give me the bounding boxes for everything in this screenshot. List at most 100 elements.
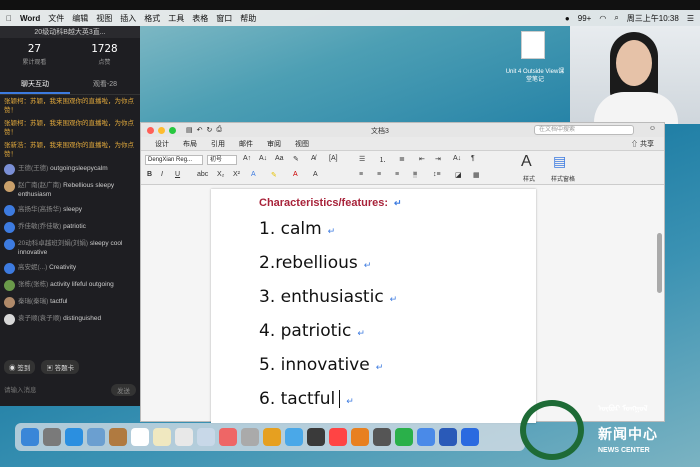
control-center-icon[interactable]: ☰	[687, 14, 694, 23]
numbering-icon[interactable]: ⒈	[379, 155, 386, 165]
underline-icon[interactable]: U	[175, 171, 180, 178]
send-button[interactable]: 发送	[111, 384, 136, 396]
menu-format[interactable]: 格式	[144, 13, 160, 24]
zoom-icon[interactable]	[169, 126, 176, 134]
messages-icon[interactable]	[285, 428, 303, 446]
sort-icon[interactable]: A↓	[453, 155, 461, 162]
minimize-icon[interactable]	[158, 126, 165, 134]
menu-table[interactable]: 表格	[192, 13, 208, 24]
document-page[interactable]: Characteristics/features: ↵ 1. calm ↵ 2.re…	[211, 189, 536, 423]
vertical-scrollbar[interactable]	[657, 233, 662, 293]
print-icon[interactable]: ⎙	[216, 126, 222, 134]
music-icon[interactable]	[329, 428, 347, 446]
italic-icon[interactable]: I	[161, 171, 163, 178]
word-icon[interactable]	[439, 428, 457, 446]
font-color-icon[interactable]: A	[293, 171, 298, 178]
search-icon[interactable]: ⌕	[614, 13, 618, 23]
close-icon[interactable]	[147, 126, 154, 134]
redo-icon[interactable]: ↻	[207, 126, 213, 134]
wifi-icon[interactable]: ◠	[599, 14, 606, 23]
styles-pane-label[interactable]: 样式窗格	[551, 174, 575, 183]
styles-label[interactable]: 样式	[523, 174, 535, 183]
clear-format-icon[interactable]: A̸	[311, 155, 316, 162]
font-select[interactable]: DengXian Reg...	[145, 155, 203, 165]
align-right-icon[interactable]: ≡	[395, 171, 399, 178]
calendar-icon[interactable]	[131, 428, 149, 446]
menu-window[interactable]: 窗口	[216, 13, 232, 24]
char-shading-icon[interactable]: A	[313, 171, 318, 178]
preview-icon[interactable]	[197, 428, 215, 446]
menu-tools[interactable]: 工具	[168, 13, 184, 24]
live-app-icon[interactable]	[461, 428, 479, 446]
apple-icon[interactable]: 	[6, 14, 12, 23]
align-center-icon[interactable]: ≡	[377, 171, 381, 178]
notification-badge[interactable]: 99+	[578, 14, 592, 23]
tab-references[interactable]: 引用	[211, 139, 225, 149]
tab-watch[interactable]: 观看-28	[70, 76, 140, 94]
tab-mailings[interactable]: 邮件	[239, 139, 253, 149]
signin-button[interactable]: ◉ 签到	[4, 360, 36, 374]
undo-icon[interactable]: ↶	[197, 126, 203, 134]
wechat-status-icon[interactable]: ●	[565, 14, 570, 23]
bullets-icon[interactable]: ☰	[359, 155, 365, 163]
superscript-icon[interactable]: X²	[233, 171, 240, 178]
subscript-icon[interactable]: X₂	[217, 171, 224, 178]
change-case-icon[interactable]: Aa	[275, 155, 284, 162]
save-icon[interactable]: ▤	[186, 126, 193, 134]
facetime-icon[interactable]	[307, 428, 325, 446]
tab-chat[interactable]: 聊天互动	[0, 76, 70, 94]
answer-card-button[interactable]: ▣ 答题卡	[41, 360, 80, 374]
show-marks-icon[interactable]: ¶	[471, 155, 475, 162]
menu-help[interactable]: 帮助	[240, 13, 256, 24]
message-input[interactable]: 请输入消息	[4, 384, 37, 396]
document-search-input[interactable]: 在文档中搜索	[534, 125, 634, 135]
styles-icon[interactable]: A	[521, 153, 532, 171]
desktop-file-label[interactable]: Unit 4 Outside View课堂笔记	[505, 68, 565, 84]
keynote-icon[interactable]	[263, 428, 281, 446]
shading-icon[interactable]: ◪	[455, 171, 462, 179]
tab-review[interactable]: 审阅	[267, 139, 281, 149]
mail-icon[interactable]	[87, 428, 105, 446]
system-info-icon[interactable]	[373, 428, 391, 446]
shrink-font-icon[interactable]: A↓	[259, 155, 267, 162]
highlight-icon[interactable]: ✎	[293, 155, 299, 163]
line-spacing-icon[interactable]: ↕≡	[433, 171, 441, 178]
strikethrough-icon[interactable]: abc	[197, 171, 208, 178]
highlight-color-icon[interactable]: ✎	[271, 171, 277, 179]
font-size-select[interactable]: 初号	[207, 155, 237, 165]
tab-layout[interactable]: 布局	[183, 139, 197, 149]
tab-design[interactable]: 设计	[155, 139, 169, 149]
menu-edit[interactable]: 编辑	[72, 13, 88, 24]
notes-app-icon[interactable]	[109, 428, 127, 446]
styles-pane-icon[interactable]: ▤	[553, 153, 566, 170]
menu-view[interactable]: 视图	[96, 13, 112, 24]
tab-view[interactable]: 视图	[295, 139, 309, 149]
decrease-indent-icon[interactable]: ⇤	[419, 155, 425, 163]
increase-indent-icon[interactable]: ⇥	[435, 155, 441, 163]
finder-icon[interactable]	[21, 428, 39, 446]
char-border-icon[interactable]: [A]	[329, 155, 338, 162]
menu-file[interactable]: 文件	[48, 13, 64, 24]
stickies-icon[interactable]	[153, 428, 171, 446]
system-prefs-icon[interactable]	[241, 428, 259, 446]
safari-icon[interactable]	[65, 428, 83, 446]
borders-icon[interactable]: ▦	[473, 171, 480, 179]
multilevel-icon[interactable]: ≣	[399, 155, 405, 163]
launchpad-icon[interactable]	[43, 428, 61, 446]
reminders-icon[interactable]	[175, 428, 193, 446]
qq-icon[interactable]	[417, 428, 435, 446]
grow-font-icon[interactable]: A↑	[243, 155, 251, 162]
books-icon[interactable]	[351, 428, 369, 446]
menu-insert[interactable]: 插入	[120, 13, 136, 24]
photos-icon[interactable]	[219, 428, 237, 446]
clock[interactable]: 周三上午10:38	[627, 13, 679, 24]
bold-icon[interactable]: B	[147, 171, 152, 178]
account-icon[interactable]: ☺	[649, 125, 656, 132]
wechat-icon[interactable]	[395, 428, 413, 446]
text-effects-icon[interactable]: A	[251, 171, 256, 178]
align-left-icon[interactable]: ≡	[359, 171, 363, 178]
document-file-icon[interactable]	[521, 31, 545, 59]
share-button[interactable]: ⇧ 共享	[631, 139, 654, 149]
menu-app-name[interactable]: Word	[20, 14, 40, 23]
justify-icon[interactable]: ≡	[413, 171, 418, 178]
